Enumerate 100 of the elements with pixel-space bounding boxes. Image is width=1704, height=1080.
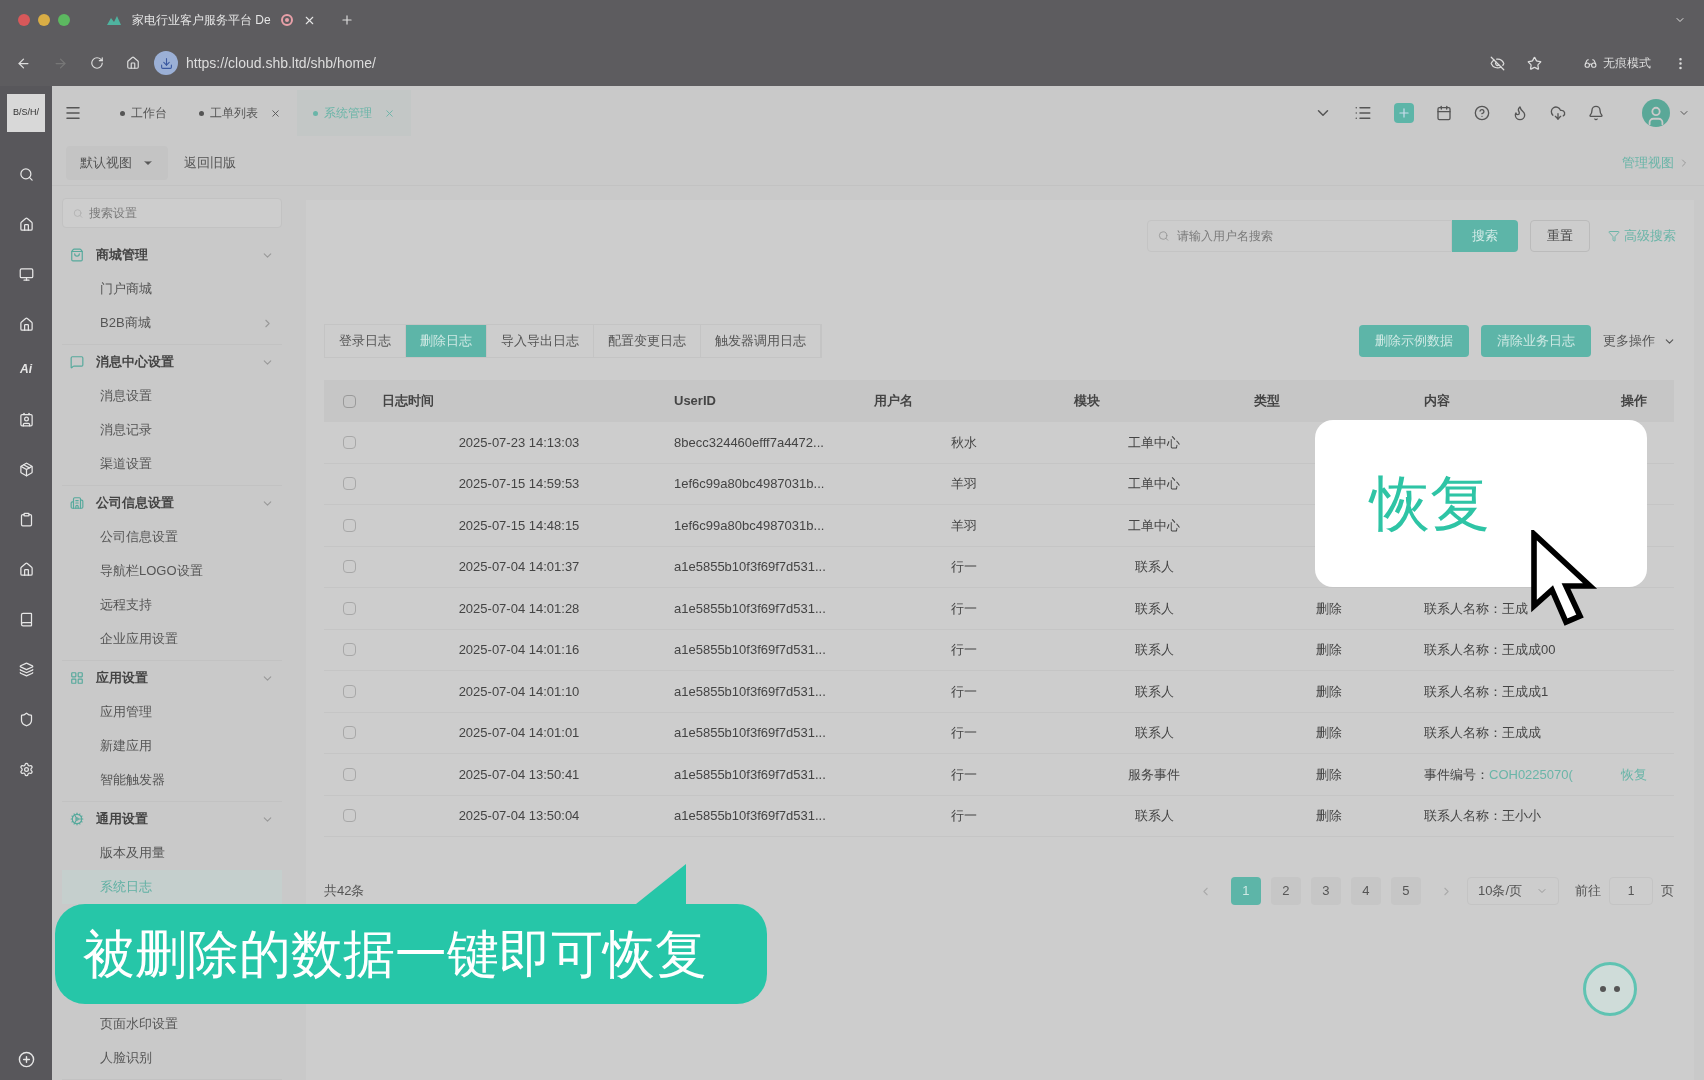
sidebar-group-header[interactable]: 应用设置 xyxy=(62,661,282,695)
table-cell-text: 事件编号： xyxy=(1424,765,1489,784)
page-tab[interactable]: 工单列表 xyxy=(183,90,297,136)
back-icon[interactable] xyxy=(16,55,31,71)
column-header: 操作 xyxy=(1620,392,1648,411)
rail-icon[interactable] xyxy=(18,217,34,232)
checkbox[interactable] xyxy=(342,518,356,532)
page-tab[interactable]: 工作台 xyxy=(104,90,183,136)
checkbox[interactable] xyxy=(342,477,356,491)
sidebar-item[interactable]: 应用管理 xyxy=(62,695,282,729)
help-icon[interactable] xyxy=(1474,105,1490,121)
search-input[interactable]: 搜索设置 xyxy=(89,204,271,222)
ai-label[interactable]: Ai xyxy=(20,362,32,377)
checkbox[interactable] xyxy=(342,767,356,781)
table-cell-text: 联系人 xyxy=(1134,599,1174,618)
sidebar-group-header[interactable]: 通用设置 xyxy=(62,802,282,836)
group-title: 商城管理 xyxy=(96,246,149,265)
rail-icon[interactable] xyxy=(17,1051,35,1068)
group-title: 通用设置 xyxy=(96,810,149,829)
rail-icon[interactable] xyxy=(18,412,34,427)
checkbox[interactable] xyxy=(342,394,356,408)
log-tab[interactable]: 配置变更日志 xyxy=(594,325,701,357)
checkbox[interactable] xyxy=(342,726,356,740)
rail-icon[interactable] xyxy=(18,562,34,577)
group-icon xyxy=(70,248,84,262)
checkbox[interactable] xyxy=(342,643,356,657)
group-title: 消息中心设置 xyxy=(96,353,175,372)
checkbox[interactable] xyxy=(342,601,356,615)
page-size-select[interactable]: 10条/页 xyxy=(1466,877,1559,905)
search-icon xyxy=(1158,230,1170,242)
table-cell-text: 2025-07-04 14:01:28 xyxy=(458,599,580,618)
star-icon[interactable] xyxy=(1527,55,1542,71)
sidebar-group-header[interactable]: 消息中心设置 xyxy=(62,345,282,379)
home-icon[interactable] xyxy=(126,56,140,70)
group-title: 公司信息设置 xyxy=(96,494,175,513)
list-icon[interactable] xyxy=(1354,104,1372,122)
rail-icon[interactable] xyxy=(18,762,34,777)
rail-icon[interactable] xyxy=(18,267,34,282)
sidebar-item[interactable]: 消息记录 xyxy=(62,413,282,447)
log-tab[interactable]: 触发器调用日志 xyxy=(701,325,821,357)
table-cell-text: 删除 xyxy=(1316,765,1342,784)
search-input[interactable]: 请输入用户名搜索 xyxy=(1177,227,1441,245)
rail-icon[interactable] xyxy=(18,612,34,627)
column-header: 日志时间 xyxy=(381,392,435,411)
sidebar-item[interactable]: 门户商城 xyxy=(62,272,282,306)
checkbox[interactable] xyxy=(342,560,356,574)
sidebar-item[interactable]: 消息设置 xyxy=(62,379,282,413)
sidebar-item[interactable]: B2B商城 xyxy=(62,306,282,340)
search-field[interactable]: 搜索设置 xyxy=(62,198,282,228)
reload-icon[interactable] xyxy=(90,56,104,70)
sidebar-item[interactable]: 公司信息设置 xyxy=(62,520,282,554)
view-select[interactable]: 默认视图 xyxy=(66,145,168,180)
download-icon[interactable] xyxy=(154,51,178,75)
search-field[interactable]: 请输入用户名搜索 xyxy=(1147,220,1452,252)
checkbox[interactable] xyxy=(342,435,356,449)
page-button[interactable]: 3 xyxy=(1310,877,1341,905)
table-cell-text: a1e5855b10f3f69f7d531... xyxy=(673,558,827,576)
flame-icon[interactable] xyxy=(1512,105,1528,121)
rail-icon[interactable] xyxy=(18,462,34,477)
calendar-icon[interactable] xyxy=(1436,105,1452,121)
rail-icon[interactable] xyxy=(18,662,34,677)
browser-tab[interactable]: 家电行业客户服务平台 De xyxy=(98,4,324,36)
sidebar-item[interactable]: 人脸识别 xyxy=(62,1041,282,1075)
page-input[interactable]: 1 xyxy=(1609,877,1653,905)
checkbox[interactable] xyxy=(342,809,356,823)
cloud-download-icon[interactable] xyxy=(1550,105,1566,121)
page-button[interactable]: 5 xyxy=(1390,877,1421,905)
sidebar-group-header[interactable]: 商城管理 xyxy=(62,238,282,272)
sidebar-item[interactable]: 远程支持 xyxy=(62,588,282,622)
table-cell-text: a1e5855b10f3f69f7d531... xyxy=(673,724,827,742)
url-text[interactable]: https://cloud.shb.ltd/shb/home/ xyxy=(186,52,376,74)
incognito-badge[interactable]: 无痕模式 xyxy=(1584,54,1651,72)
reset-button[interactable]: 重置 xyxy=(1530,220,1590,252)
page-button[interactable]: 2 xyxy=(1270,877,1301,905)
more-actions-dropdown[interactable]: 更多操作 xyxy=(1603,331,1676,351)
new-tab-icon[interactable] xyxy=(339,13,354,27)
eye-off-icon[interactable] xyxy=(1490,55,1505,71)
table-cell-text: 8becc324460efff7a4472... xyxy=(673,433,825,452)
menu-icon[interactable] xyxy=(64,104,82,122)
sidebar-item[interactable]: 新建应用 xyxy=(62,729,282,763)
back-to-old-link[interactable]: 返回旧版 xyxy=(184,152,236,173)
log-tab[interactable]: 导入导出日志 xyxy=(487,325,594,357)
sidebar-item[interactable]: 导航栏LOGO设置 xyxy=(62,554,282,588)
rail-icon[interactable] xyxy=(18,512,34,527)
sidebar-item[interactable]: 版本及用量 xyxy=(62,836,282,870)
checkbox[interactable] xyxy=(342,684,356,698)
page-button[interactable]: 4 xyxy=(1350,877,1381,905)
sidebar-item[interactable]: 智能触发器 xyxy=(62,763,282,797)
rail-icon[interactable] xyxy=(18,712,34,727)
table-cell-text: a1e5855b10f3f69f7d531... xyxy=(673,807,827,825)
sidebar-item[interactable]: 渠道设置 xyxy=(62,447,282,481)
sidebar-item[interactable]: 页面水印设置 xyxy=(62,1007,282,1041)
sidebar-group-header[interactable]: 公司信息设置 xyxy=(62,486,282,520)
table-cell-text: 删除 xyxy=(1316,807,1342,825)
sidebar-item[interactable]: 企业应用设置 xyxy=(62,622,282,656)
close-icon[interactable] xyxy=(270,107,281,119)
rail-icon[interactable] xyxy=(18,167,34,182)
logo[interactable]: B/S/H/ xyxy=(7,94,45,132)
bell-icon[interactable] xyxy=(1588,105,1604,121)
rail-icon[interactable] xyxy=(18,317,34,332)
